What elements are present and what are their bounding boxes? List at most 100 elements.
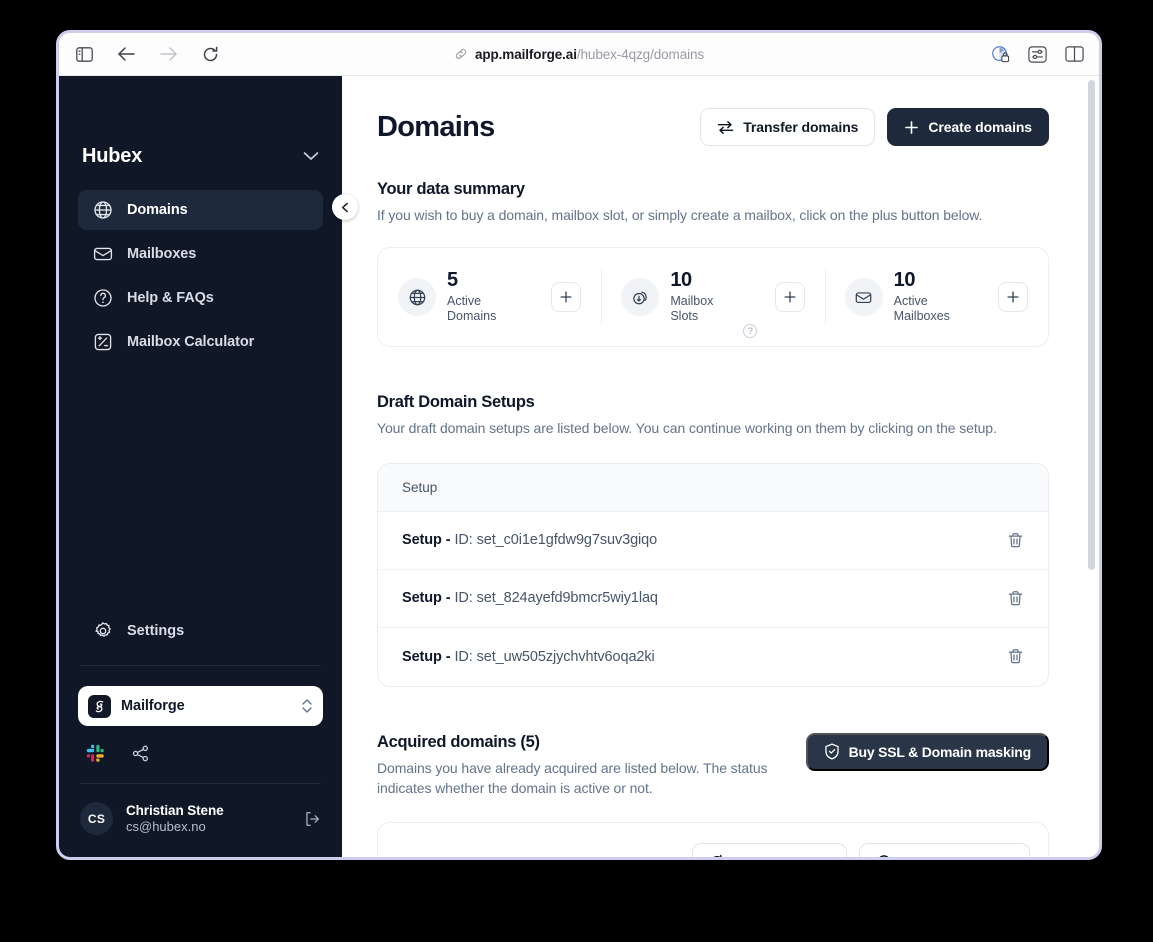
url-path: /hubex-4qzg/domains	[576, 46, 705, 62]
header-actions: Transfer domains Create domains	[700, 108, 1049, 146]
stat-text: 10 Mailbox Slots	[670, 268, 732, 325]
bulk-dns-update-button[interactable]: Bulk DNS update	[858, 843, 1030, 857]
brand-name: Hubex	[82, 144, 143, 167]
sidebar-item-domains[interactable]: Domains	[78, 190, 323, 230]
logout-icon[interactable]	[303, 810, 321, 828]
sidebar-settings-label: Settings	[127, 623, 185, 639]
chevron-up-down-icon[interactable]	[301, 698, 313, 714]
privacy-report-icon[interactable]	[989, 43, 1011, 65]
table-row[interactable]: Setup - ID: set_c0i1e1gfdw9g7suv3giqo	[378, 512, 1048, 570]
collapse-sidebar-button[interactable]	[332, 194, 358, 220]
drafts-table: Setup Setup - ID: set_c0i1e1gfdw9g7suv3g…	[377, 462, 1049, 687]
buy-ssl-label: Buy SSL & Domain masking	[848, 743, 1032, 760]
back-icon[interactable]	[115, 43, 137, 65]
share-icon[interactable]	[131, 744, 150, 763]
setup-label: Setup -	[402, 648, 451, 665]
column-setup: Setup	[402, 479, 438, 495]
app-shell: Hubex Domains Mailboxes Help & FAQs Mail…	[59, 76, 1099, 857]
plus-icon	[904, 120, 919, 135]
sidebar: Hubex Domains Mailboxes Help & FAQs Mail…	[59, 76, 358, 857]
summary-title: Your data summary	[377, 180, 525, 198]
refresh-icon	[709, 854, 725, 857]
scrollbar-track[interactable]	[1087, 76, 1095, 857]
social-links	[78, 744, 323, 783]
setup-label: Setup -	[402, 590, 451, 607]
add-domain-button[interactable]	[551, 282, 582, 313]
sidebar-item-help-faqs[interactable]: Help & FAQs	[78, 278, 323, 318]
summary-subtitle: If you wish to buy a domain, mailbox slo…	[377, 207, 983, 223]
sidebar-item-mailbox-calculator[interactable]: Mailbox Calculator	[78, 322, 323, 362]
stat-value: 10	[670, 268, 692, 291]
main-inner: Domains Transfer domains Create domains …	[377, 76, 1049, 857]
drafts-subtitle: Your draft domain setups are listed belo…	[377, 420, 997, 437]
user-name: Christian Stene	[126, 803, 224, 818]
setup-id: ID: set_c0i1e1gfdw9g7suv3giqo	[454, 532, 658, 549]
page-settings-icon[interactable]	[1026, 43, 1048, 65]
envelope-icon	[92, 244, 113, 265]
setup-id: ID: set_uw505zjychvhtv6oqa2ki	[454, 648, 655, 665]
buy-ssl-button[interactable]: Buy SSL & Domain masking	[805, 732, 1049, 771]
page-header: Domains Transfer domains Create domains	[377, 76, 1049, 146]
create-domains-label: Create domains	[928, 119, 1032, 135]
transfer-domains-button[interactable]: Transfer domains	[700, 108, 876, 146]
create-domains-button[interactable]: Create domains	[887, 108, 1049, 146]
stat-label: Active Mailboxes	[893, 293, 950, 324]
acquired-header: Acquired domains (5) Domains you have al…	[377, 732, 1049, 799]
mailbox-slot-icon	[621, 278, 660, 317]
draft-setups-section: Draft Domain Setups Your draft domain se…	[377, 393, 1049, 687]
sidebar-divider	[80, 665, 321, 666]
stat-value: 10	[893, 268, 916, 291]
url-text[interactable]: app.mailforge.ai/hubex-4qzg/domains	[475, 47, 704, 62]
user-meta: Christian Stene cs@hubex.no	[126, 803, 290, 834]
page-title: Domains	[377, 110, 495, 143]
sidebar-item-settings[interactable]: Settings	[78, 611, 323, 651]
setup-id: ID: set_824ayefd9bmcr5wiy1laq	[454, 590, 658, 607]
main-content: Domains Transfer domains Create domains …	[342, 76, 1099, 857]
link-icon	[454, 47, 468, 61]
stat-text: 10 Active Mailboxes	[893, 268, 956, 325]
transfer-icon	[717, 120, 734, 135]
mailforge-logo-icon	[88, 694, 111, 718]
acquired-title: Acquired domains (5)	[377, 732, 540, 751]
add-mailbox-button[interactable]	[997, 282, 1028, 313]
acquired-header-text: Acquired domains (5) Domains you have al…	[377, 733, 806, 799]
table-row[interactable]: Setup - ID: set_uw505zjychvhtv6oqa2ki	[378, 628, 1048, 686]
stat-value: 5	[447, 268, 458, 291]
url-domain: app.mailforge.ai	[474, 46, 577, 62]
scrollbar-thumb[interactable]	[1088, 80, 1095, 570]
question-circle-icon	[92, 288, 113, 309]
refresh-status-button[interactable]: Refresh status	[692, 843, 847, 857]
workspace-switcher[interactable]: Mailforge	[78, 686, 323, 726]
slack-icon[interactable]	[86, 744, 105, 763]
sidebar-item-label: Mailboxes	[127, 246, 197, 262]
sidebar-item-label: Mailbox Calculator	[127, 334, 255, 350]
user-profile[interactable]: CS Christian Stene cs@hubex.no	[78, 802, 323, 857]
stat-label: Active Domains	[447, 293, 497, 324]
help-tooltip-icon[interactable]: ?	[743, 324, 758, 339]
sidebar-toggle-icon[interactable]	[73, 43, 95, 65]
avatar: CS	[80, 802, 113, 835]
refresh-status-label: Refresh status	[734, 854, 830, 857]
globe-icon	[398, 278, 436, 317]
sidebar-divider-2	[80, 783, 321, 784]
trash-icon[interactable]	[1007, 590, 1024, 607]
chevron-down-icon[interactable]	[303, 151, 319, 161]
bulk-dns-update-label: Bulk DNS update	[901, 854, 1013, 857]
gear-icon	[92, 621, 113, 642]
drafts-title: Draft Domain Setups	[377, 393, 535, 412]
stat-active-domains: 5 Active Domains	[378, 248, 601, 346]
sidebar-nav: Domains Mailboxes Help & FAQs Mailbox Ca…	[78, 190, 323, 362]
sidebar-item-mailboxes[interactable]: Mailboxes	[78, 234, 323, 274]
forward-icon	[157, 43, 179, 65]
calculator-icon	[92, 332, 113, 353]
reload-icon[interactable]	[199, 43, 221, 65]
envelope-icon	[844, 278, 883, 317]
workspace-brand[interactable]: Hubex	[78, 76, 323, 186]
stat-active-mailboxes: 10 Active Mailboxes	[824, 248, 1048, 346]
trash-icon[interactable]	[1007, 532, 1024, 549]
add-mailbox-slot-button[interactable]	[774, 282, 805, 313]
trash-icon[interactable]	[1007, 648, 1024, 665]
table-row[interactable]: Setup - ID: set_824ayefd9bmcr5wiy1laq	[378, 570, 1048, 628]
drafts-table-header: Setup	[378, 463, 1048, 512]
tab-overview-icon[interactable]	[1063, 43, 1085, 65]
